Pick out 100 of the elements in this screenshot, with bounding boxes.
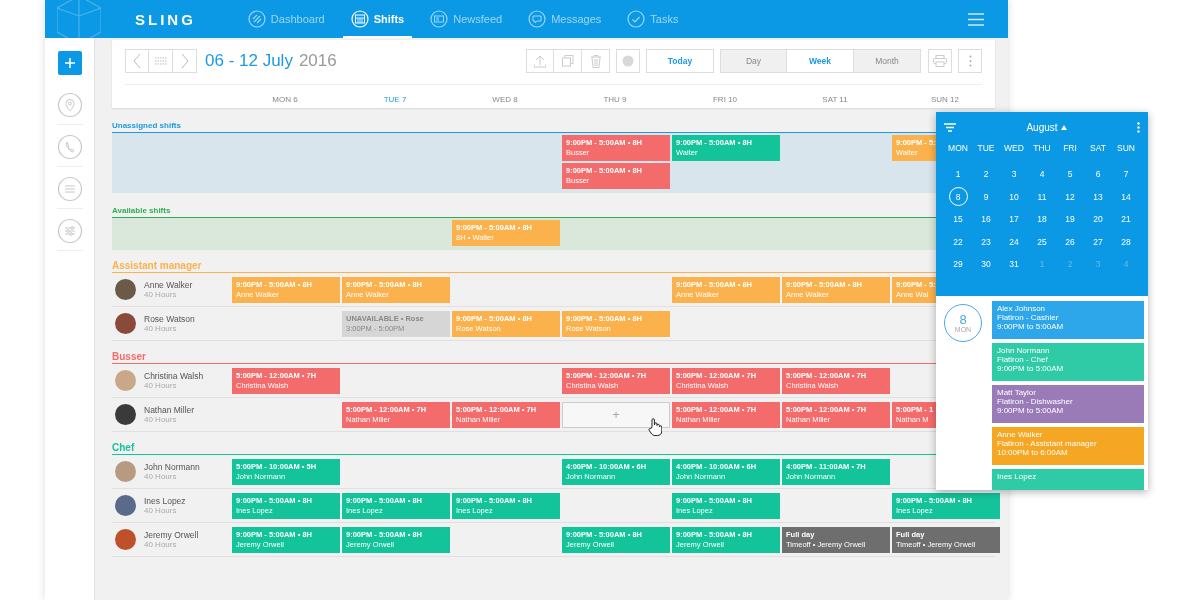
calendar-date[interactable]: 7 [1117,165,1135,183]
weekday-label: SAT [1090,143,1106,153]
add-button[interactable] [57,51,82,75]
day-header: FRI 10 [712,95,738,104]
calendar-date[interactable]: 14 [1117,188,1135,206]
calendar-date[interactable]: 6 [1089,165,1107,183]
more-button[interactable] [958,49,982,73]
calendar-date[interactable]: 4 [1033,165,1051,183]
nav-tab[interactable]: Messages [520,0,610,38]
calendar-date[interactable]: 27 [1089,233,1107,251]
view-tab[interactable]: Day [720,49,787,73]
trash-icon [590,54,601,68]
map-pin-icon[interactable] [56,92,83,125]
avatar [115,495,136,516]
calendar-date[interactable]: 31 [1005,255,1023,273]
calendar-date[interactable]: 20 [1089,210,1107,228]
list-icon[interactable] [56,176,83,209]
person-name: Jeremy Orwell [144,530,199,540]
delete-button[interactable] [582,49,610,73]
calendar-date[interactable]: 25 [1033,233,1051,251]
month-selector[interactable]: August [1026,122,1067,133]
nav-tab[interactable]: Dashboard [239,0,333,38]
copy-icon [561,55,574,67]
calendar-date[interactable]: 16 [977,210,995,228]
view-tab[interactable]: Month [854,49,921,73]
calendar-date[interactable]: 5 [1061,165,1079,183]
person-name: Anne Walker [144,280,193,290]
calendar-date[interactable]: 23 [977,233,995,251]
calendar-date[interactable]: 11 [1033,188,1051,206]
calendar-date[interactable]: 15 [949,210,967,228]
person-name: Nathan Miller [144,405,195,415]
calendar-date[interactable]: 1 [1033,255,1051,273]
group-title: Assistant manager [112,260,202,271]
more-icon [968,55,972,67]
today-button[interactable]: Today [646,49,714,73]
calendar-date[interactable]: 9 [977,188,995,206]
day-header: MON 6 [271,95,299,104]
dashboard-icon [247,10,266,28]
day-header: WED 8 [491,95,519,104]
upload-button[interactable] [526,49,554,73]
event-card[interactable]: Alex Johnson Flatiron - Cashier 9:00PM to 5:00AM [992,301,1144,339]
nav-tab[interactable]: Tasks [619,0,687,38]
view-tab[interactable]: Week [787,49,854,73]
calendar-date[interactable]: 12 [1061,188,1079,206]
section-title: Available shifts [112,206,171,215]
event-card[interactable]: Matt Taylor Flatiron - Dishwasher 9:00PM to 5:00AM [992,385,1144,423]
calendar-date[interactable]: 28 [1117,233,1135,251]
person-name: Christina Walsh [144,371,204,381]
calendar-date[interactable]: 3 [1089,255,1107,273]
plus-icon [64,58,75,68]
grid-button[interactable] [149,49,173,73]
dot-icon [622,55,634,67]
day-header: SAT 11 [821,95,849,104]
event-card[interactable]: John Normann Flatiron - Chef 9:00PM to 5:00AM [992,343,1144,381]
day-header: SUN 12 [930,95,960,104]
day-header: TUE 7 [382,95,408,104]
calendar-date[interactable]: 29 [949,255,967,273]
calendar-date[interactable]: 18 [1033,210,1051,228]
calendar-date[interactable]: 4 [1117,255,1135,273]
menu-icon[interactable] [968,12,984,26]
app-logo: SLING [135,10,196,28]
calendar-date[interactable]: 2 [1061,255,1079,273]
calendar-date[interactable]: 19 [1061,210,1079,228]
next-button[interactable] [173,49,197,73]
copy-button[interactable] [554,49,582,73]
upload-icon [534,54,546,68]
sliders-icon[interactable] [56,218,83,251]
printer-icon [933,55,947,67]
calendar-date[interactable]: 2 [977,165,995,183]
more-icon[interactable] [1137,122,1140,133]
print-button[interactable] [928,49,952,73]
nav-tab[interactable]: Newsfeed [422,0,511,38]
logo-icon [57,0,101,38]
avatar [115,279,136,300]
event-card[interactable]: Anne Walker Flatiron - Assistant manager 10:00PM to 6:00AM [992,427,1144,465]
calendar-icon [350,10,369,28]
calendar-date[interactable]: 10 [1005,188,1023,206]
calendar-date[interactable]: 24 [1005,233,1023,251]
person-name: Ines Lopez [144,496,186,506]
previous-button[interactable] [125,49,149,73]
calendar-date[interactable]: 22 [949,233,967,251]
person-name: Rose Watson [144,314,195,324]
phone-icon[interactable] [56,134,83,167]
calendar-date[interactable]: 21 [1117,210,1135,228]
event-card[interactable]: Ines Lopez [992,469,1144,490]
newspaper-icon [430,10,449,28]
calendar-date[interactable]: 30 [977,255,995,273]
record-button[interactable] [616,49,640,73]
calendar-date[interactable]: 26 [1061,233,1079,251]
calendar-date[interactable]: 3 [1005,165,1023,183]
chevron-right-icon [180,54,189,68]
filter-icon[interactable] [944,122,956,133]
calendar-date[interactable]: 1 [949,165,967,183]
calendar-date[interactable]: 17 [1005,210,1023,228]
avatar [115,370,136,391]
avatar [115,529,136,550]
check-icon [627,10,646,28]
calendar-date[interactable]: 13 [1089,188,1107,206]
person-name: John Normann [144,462,200,472]
weekday-label: MON [948,143,968,153]
